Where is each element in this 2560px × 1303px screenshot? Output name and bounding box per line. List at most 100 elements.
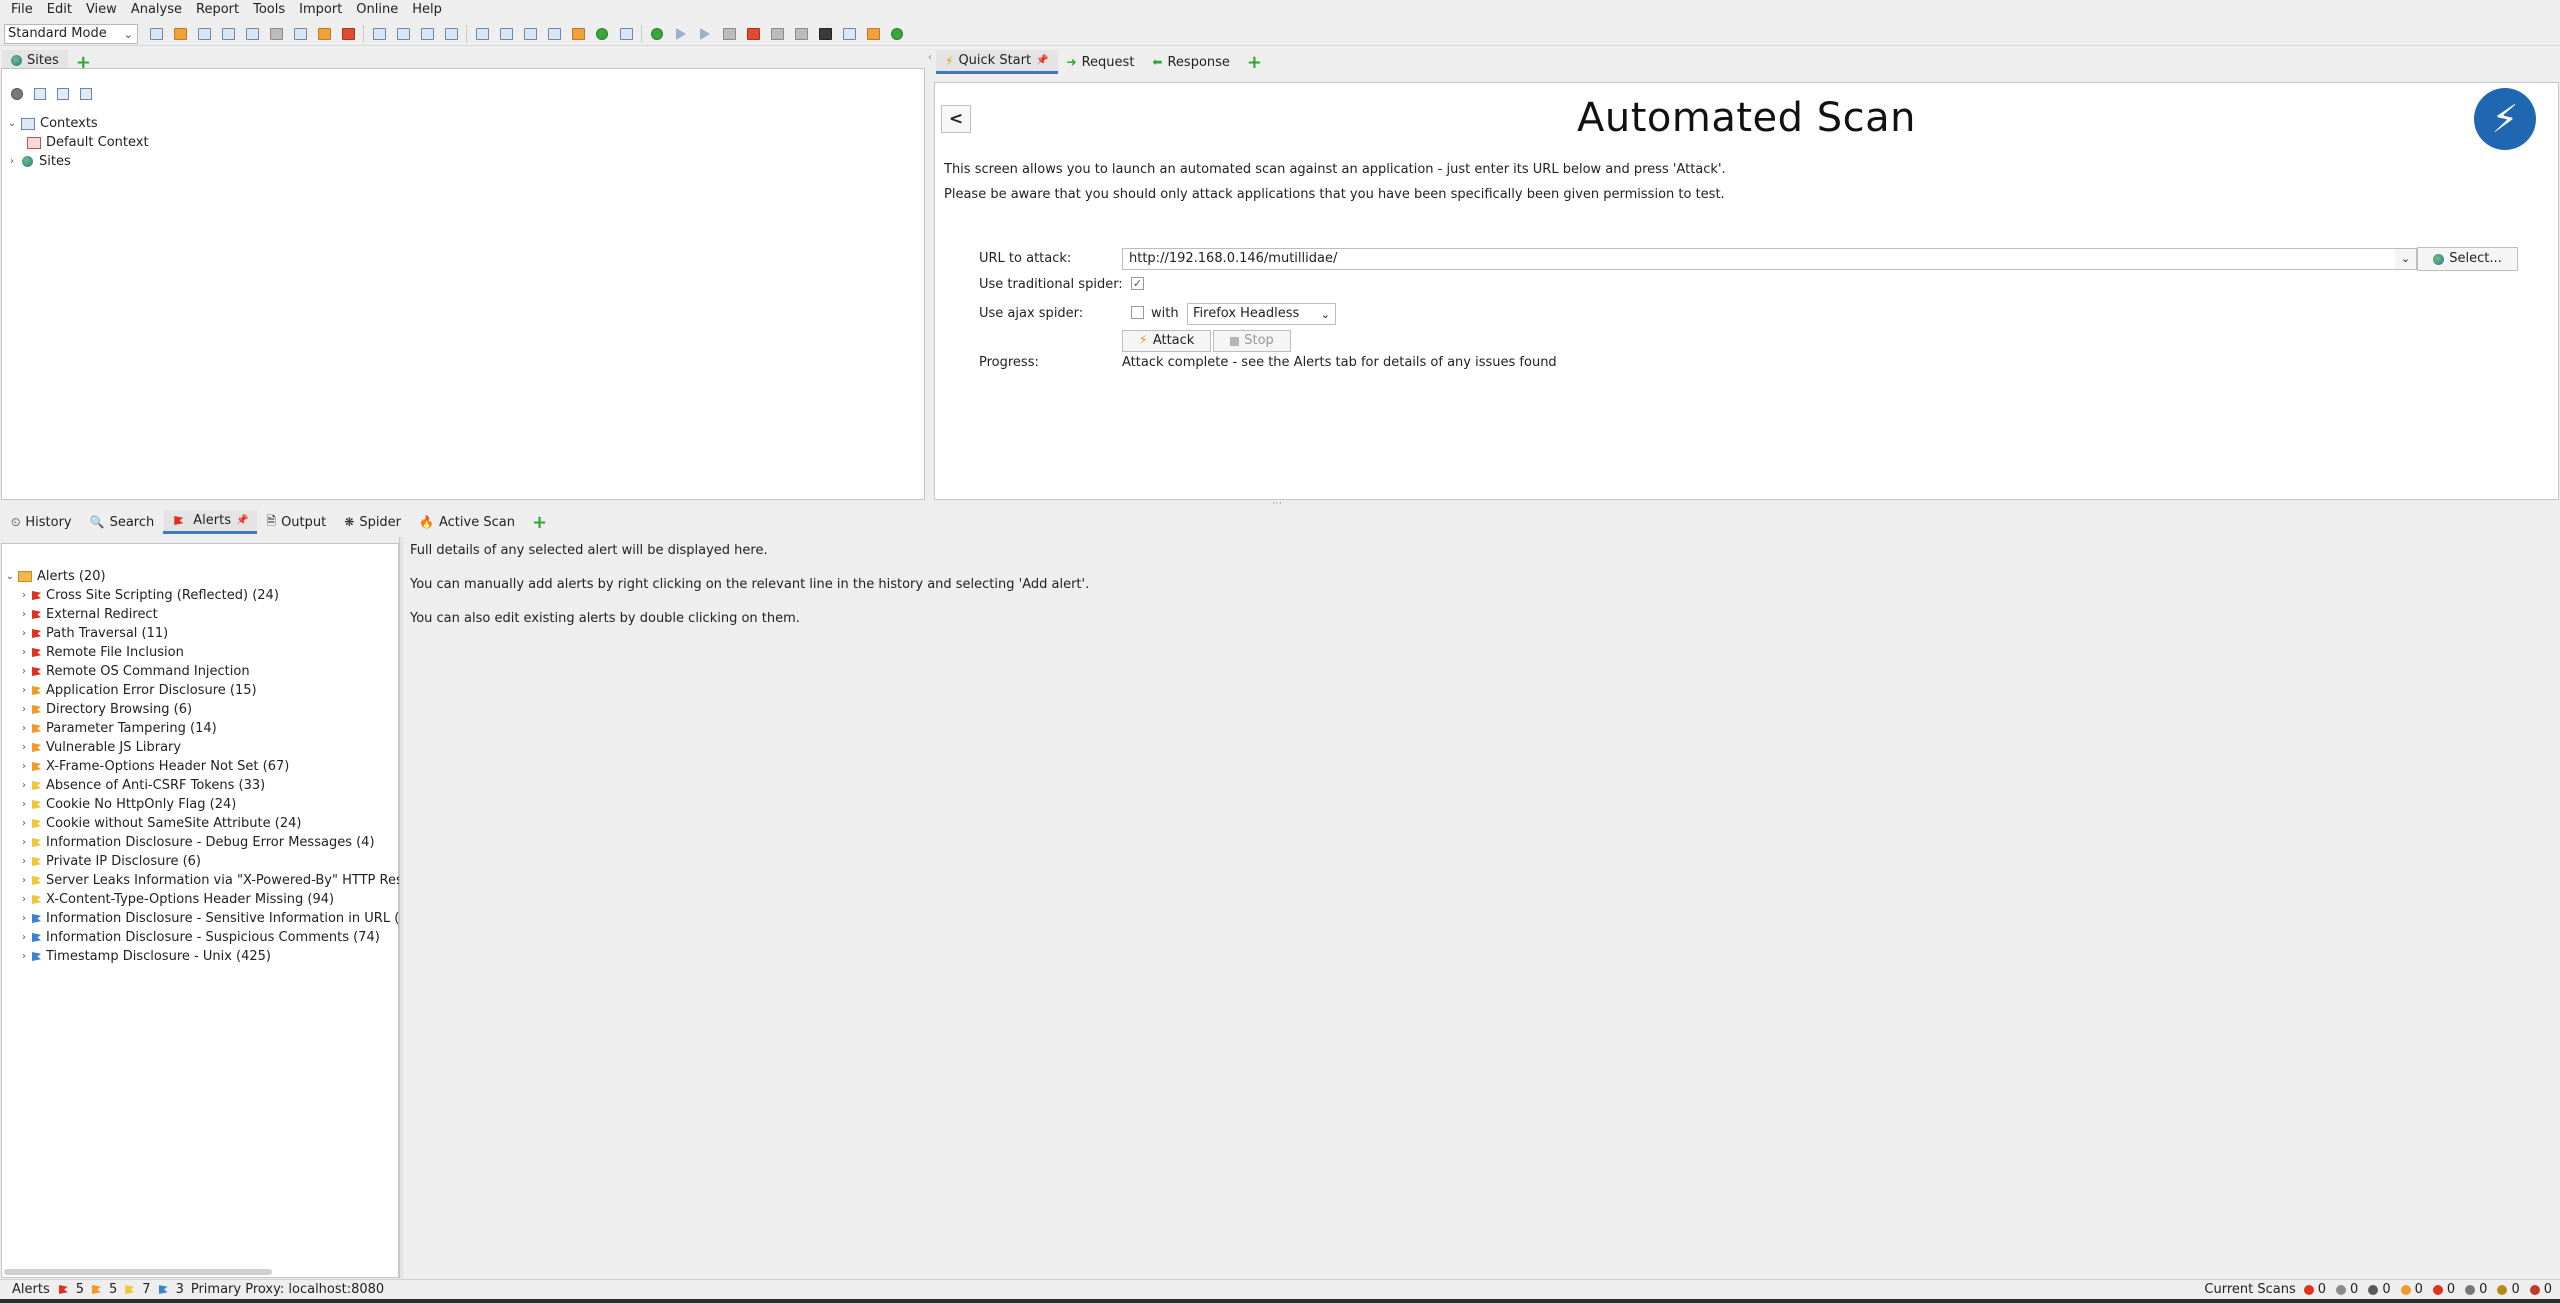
- chevron-down-icon[interactable]: ⌄: [6, 118, 18, 129]
- alert-tree-item[interactable]: › Timestamp Disclosure - Unix (425): [4, 947, 408, 966]
- chevron-right-icon[interactable]: ›: [18, 894, 30, 905]
- chevron-right-icon[interactable]: ›: [18, 932, 30, 943]
- hud-icon[interactable]: [791, 24, 811, 44]
- pin-tabs-icon[interactable]: [520, 24, 540, 44]
- firefox-icon[interactable]: [863, 24, 883, 44]
- import-context-icon[interactable]: [54, 85, 71, 102]
- menu-report[interactable]: Report: [189, 0, 246, 20]
- session-properties-icon[interactable]: [242, 24, 262, 44]
- url-history-dropdown[interactable]: ⌄: [2395, 248, 2417, 270]
- chevron-right-icon[interactable]: ›: [18, 590, 30, 601]
- continue-icon[interactable]: [695, 24, 715, 44]
- select-button[interactable]: Select...: [2417, 247, 2518, 271]
- chevron-right-icon[interactable]: ›: [18, 742, 30, 753]
- alert-tree-item[interactable]: › Path Traversal (11): [4, 624, 408, 643]
- tab-alerts[interactable]: Alerts 📌: [163, 510, 258, 534]
- tab-search[interactable]: 🔍 Search: [81, 510, 164, 534]
- drop-icon[interactable]: [719, 24, 739, 44]
- chevron-right-icon[interactable]: ›: [18, 609, 30, 620]
- chevron-right-icon[interactable]: ›: [18, 704, 30, 715]
- mode-select[interactable]: Standard Mode ⌄: [4, 23, 138, 44]
- alerts-root[interactable]: ⌄ Alerts (20): [4, 567, 408, 586]
- horizontal-scrollbar[interactable]: [4, 1269, 272, 1275]
- alert-tree-item[interactable]: › Cross Site Scripting (Reflected) (24): [4, 586, 408, 605]
- open-session-icon[interactable]: [170, 24, 190, 44]
- menu-online[interactable]: Online: [349, 0, 405, 20]
- clear-breakpoints-icon[interactable]: [743, 24, 763, 44]
- alert-tree-item[interactable]: › X-Content-Type-Options Header Missing (…: [4, 890, 408, 909]
- alert-tree-item[interactable]: › Private IP Disclosure (6): [4, 852, 408, 871]
- lightbulb-icon[interactable]: [616, 24, 636, 44]
- pin-icon[interactable]: 📌: [1036, 55, 1048, 66]
- alert-tree-item[interactable]: › Remote OS Command Injection: [4, 662, 408, 681]
- stop-button[interactable]: Stop: [1213, 330, 1291, 352]
- menu-import[interactable]: Import: [292, 0, 349, 20]
- pin-icon[interactable]: 📌: [236, 515, 248, 526]
- tab-spider[interactable]: ❋ Spider: [335, 510, 410, 534]
- layout-full-icon[interactable]: [369, 24, 389, 44]
- chevron-right-icon[interactable]: ›: [18, 951, 30, 962]
- chevron-right-icon[interactable]: ›: [18, 818, 30, 829]
- alert-tree-item[interactable]: › Absence of Anti-CSRF Tokens (33): [4, 776, 408, 795]
- chevron-right-icon[interactable]: ›: [6, 156, 18, 167]
- alert-tree-item[interactable]: › Cookie without SameSite Attribute (24): [4, 814, 408, 833]
- snapshot-session-icon[interactable]: [218, 24, 238, 44]
- alert-tree-item[interactable]: › External Redirect: [4, 605, 408, 624]
- ajax-spider-checkbox[interactable]: [1131, 306, 1144, 319]
- tab-output[interactable]: 🗎 Output: [257, 510, 335, 534]
- layout-split-icon[interactable]: [417, 24, 437, 44]
- options-gear-icon[interactable]: [266, 24, 286, 44]
- add-tab-icon[interactable]: +: [524, 512, 555, 534]
- tab-history[interactable]: ⏲ History: [2, 510, 81, 534]
- menu-view[interactable]: View: [79, 0, 124, 20]
- alert-tree-item[interactable]: › Vulnerable JS Library: [4, 738, 408, 757]
- chevron-right-icon[interactable]: ›: [18, 856, 30, 867]
- chevron-right-icon[interactable]: ›: [18, 723, 30, 734]
- chevron-right-icon[interactable]: ›: [18, 666, 30, 677]
- scan-policy-icon[interactable]: [568, 24, 588, 44]
- alert-tree-item[interactable]: › Information Disclosure - Suspicious Com…: [4, 928, 408, 947]
- split-divider[interactable]: [399, 537, 403, 1278]
- layout-bottom-icon[interactable]: [441, 24, 461, 44]
- hide-tabs-icon[interactable]: [496, 24, 516, 44]
- alert-tree-item[interactable]: › Parameter Tampering (14): [4, 719, 408, 738]
- chevron-down-icon[interactable]: ⌄: [4, 571, 16, 582]
- export-icon[interactable]: [314, 24, 334, 44]
- new-context-icon[interactable]: [31, 85, 48, 102]
- alert-tree-item[interactable]: › Application Error Disclosure (15): [4, 681, 408, 700]
- menu-file[interactable]: File: [4, 0, 40, 20]
- alert-tree-item[interactable]: › Directory Browsing (6): [4, 700, 408, 719]
- traditional-spider-checkbox[interactable]: ✓: [1131, 277, 1144, 290]
- url-input[interactable]: http://192.168.0.146/mutillidae/: [1122, 248, 2404, 270]
- add-tab-icon[interactable]: +: [1239, 52, 1270, 74]
- tree-node-default-context[interactable]: Default Context: [6, 133, 149, 152]
- step-icon[interactable]: [671, 24, 691, 44]
- terminal-icon[interactable]: [815, 24, 835, 44]
- break-on-all-icon[interactable]: [647, 24, 667, 44]
- chevron-right-icon[interactable]: ›: [18, 913, 30, 924]
- browser-icon[interactable]: [887, 24, 907, 44]
- chevron-right-icon[interactable]: ›: [18, 761, 30, 772]
- tab-response[interactable]: ⬅ Response: [1143, 50, 1239, 74]
- layout-tabs-icon[interactable]: [393, 24, 413, 44]
- alert-tree-item[interactable]: › Information Disclosure - Sensitive Info…: [4, 909, 408, 928]
- chevron-right-icon[interactable]: ›: [18, 837, 30, 848]
- chevron-right-icon[interactable]: ›: [18, 780, 30, 791]
- tab-quick-start[interactable]: ⚡ Quick Start 📌: [936, 50, 1058, 74]
- alert-tree-item[interactable]: › Information Disclosure - Debug Error Me…: [4, 833, 408, 852]
- delete-icon[interactable]: [338, 24, 358, 44]
- browser-select[interactable]: Firefox Headless ⌄: [1187, 303, 1336, 325]
- menu-tools[interactable]: Tools: [246, 0, 292, 20]
- tree-node-sites[interactable]: › Sites: [6, 152, 149, 171]
- export-context-icon[interactable]: [77, 85, 94, 102]
- save-session-icon[interactable]: [194, 24, 214, 44]
- alert-tree-item[interactable]: › Server Leaks Information via "X-Powered…: [4, 871, 408, 890]
- unpin-tabs-icon[interactable]: [544, 24, 564, 44]
- menu-edit[interactable]: Edit: [40, 0, 79, 20]
- tab-active-scan[interactable]: 🔥 Active Scan: [410, 510, 524, 534]
- show-in-scope-icon[interactable]: [8, 85, 25, 102]
- split-handle-icon[interactable]: ⋯: [1272, 498, 1282, 509]
- new-session-icon[interactable]: [146, 24, 166, 44]
- context-icon[interactable]: [290, 24, 310, 44]
- alert-tree-item[interactable]: › Remote File Inclusion: [4, 643, 408, 662]
